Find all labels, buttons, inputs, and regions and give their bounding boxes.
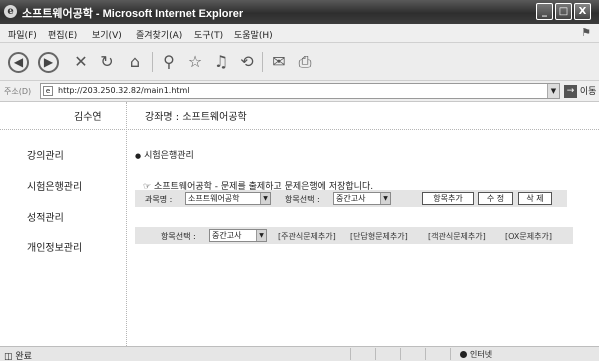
mail-icon[interactable]: ✉ [268, 51, 290, 73]
delete-button[interactable]: 삭 제 [518, 192, 552, 205]
back-icon[interactable]: ◀ [8, 52, 29, 73]
security-zone: 인터넷 [460, 349, 492, 360]
section-title-text: 시험은행관리 [144, 151, 194, 161]
add-subjective-question-link[interactable]: [주관식문제추가] [278, 231, 336, 242]
window-title: 소프트웨어공학 - Microsoft Internet Explorer [22, 8, 244, 20]
stop-icon[interactable]: ✕ [70, 51, 92, 73]
toolbar-divider [152, 52, 153, 72]
nav-grade-management[interactable]: 성적관리 [27, 209, 64, 224]
bullet-icon: ● [135, 152, 142, 160]
security-zone-label: 인터넷 [470, 350, 493, 359]
go-button[interactable]: → 이동 [564, 84, 596, 99]
status-pane-divider [450, 348, 451, 360]
page-done-icon: ◫ [4, 352, 13, 361]
exam-item-form: 과목명 : 소프트웨어공학 ▼ 항목선택 : 중간고사 ▼ 항목추가 수 정 삭… [135, 190, 567, 207]
add-multiple-choice-question-link[interactable]: [객관식문제추가] [428, 231, 486, 242]
print-icon[interactable]: ⎙ [294, 51, 316, 73]
course-select[interactable]: 소프트웨어공학 ▼ [185, 192, 271, 205]
address-bar: 주소(D) e http://203.250.32.82/main1.html … [0, 81, 599, 102]
menu-edit[interactable]: 편집(E) [48, 28, 77, 41]
internet-zone-icon [460, 351, 467, 358]
chevron-down-icon: ▼ [380, 193, 390, 204]
add-ox-question-link[interactable]: [OX문제추가] [505, 231, 552, 242]
course-select-value: 소프트웨어공학 [188, 194, 240, 203]
favorites-icon[interactable]: ☆ [184, 51, 206, 73]
item-select-2[interactable]: 중간고사 ▼ [209, 229, 267, 242]
windows-flag-icon: ⚑ [581, 26, 591, 39]
menu-file[interactable]: 파일(F) [8, 28, 37, 41]
add-item-button[interactable]: 항목추가 [422, 192, 474, 205]
address-url: http://203.250.32.82/main1.html [58, 86, 190, 95]
header-divider [0, 129, 599, 130]
status-pane-divider [425, 348, 426, 360]
go-label: 이동 [579, 87, 597, 97]
minimize-button[interactable]: _ [536, 3, 553, 20]
address-label: 주소(D) [4, 87, 32, 96]
chevron-down-icon: ▼ [260, 193, 270, 204]
refresh-icon[interactable]: ↻ [96, 51, 118, 73]
add-question-form: 항목선택 : 중간고사 ▼ [주관식문제추가] [단답형문제추가] [객관식문제… [135, 227, 573, 244]
page-icon: e [43, 86, 53, 96]
menu-help[interactable]: 도움말(H) [234, 28, 273, 41]
nav-personal-info-management[interactable]: 개인정보관리 [27, 239, 82, 254]
go-arrow-icon: → [564, 85, 577, 98]
toolbar-divider [262, 52, 263, 72]
page-content: 김수연 강좌명 : 소프트웨어공학 강의관리 시험은행관리 성적관리 개인정보관… [0, 102, 599, 346]
course-title: 강좌명 : 소프트웨어공학 [145, 112, 247, 123]
sidebar-divider [126, 102, 127, 346]
add-short-answer-question-link[interactable]: [단답형문제추가] [350, 231, 408, 242]
item-label: 항목선택 : [285, 195, 320, 204]
status-label: 완료 [15, 352, 32, 361]
title-bar: e 소프트웨어공학 - Microsoft Internet Explorer … [0, 0, 599, 24]
item-select-value: 중간고사 [336, 194, 366, 203]
media-icon[interactable]: ♫ [210, 51, 232, 73]
chevron-down-icon: ▼ [256, 230, 266, 241]
user-name: 김수연 [74, 112, 102, 123]
address-input[interactable]: e http://203.250.32.82/main1.html ▼ [40, 83, 560, 99]
nav-lecture-management[interactable]: 강의관리 [27, 147, 64, 162]
edit-button[interactable]: 수 정 [478, 192, 513, 205]
item-select[interactable]: 중간고사 ▼ [333, 192, 391, 205]
status-bar: ◫ 완료 인터넷 [0, 346, 599, 361]
address-dropdown-icon[interactable]: ▼ [547, 84, 559, 98]
home-icon[interactable]: ⌂ [124, 51, 146, 73]
maximize-button[interactable]: □ [555, 3, 572, 20]
history-icon[interactable]: ⟲ [236, 51, 258, 73]
toolbar: ◀ ▶ ✕ ↻ ⌂ ⚲ ☆ ♫ ⟲ ✉ ⎙ [0, 43, 599, 81]
menu-bar: 파일(F) 편집(E) 보기(V) 즐겨찾기(A) 도구(T) 도움말(H) ⚑ [0, 24, 599, 43]
course-label: 과목명 : [145, 195, 173, 204]
menu-view[interactable]: 보기(V) [92, 28, 122, 41]
status-text: ◫ 완료 [4, 349, 32, 361]
nav-exam-bank-management[interactable]: 시험은행관리 [27, 178, 82, 193]
menu-favorites[interactable]: 즐겨찾기(A) [136, 28, 182, 41]
menu-tools[interactable]: 도구(T) [194, 28, 223, 41]
item-select-2-value: 중간고사 [212, 231, 242, 240]
status-pane-divider [375, 348, 376, 360]
ie-logo-icon: e [4, 5, 17, 18]
status-pane-divider [350, 348, 351, 360]
forward-icon[interactable]: ▶ [38, 52, 59, 73]
section-title: ● 시험은행관리 [135, 148, 194, 161]
item-label-2: 항목선택 : [161, 232, 196, 241]
search-icon[interactable]: ⚲ [158, 51, 180, 73]
close-button[interactable]: X [574, 3, 591, 20]
status-pane-divider [400, 348, 401, 360]
